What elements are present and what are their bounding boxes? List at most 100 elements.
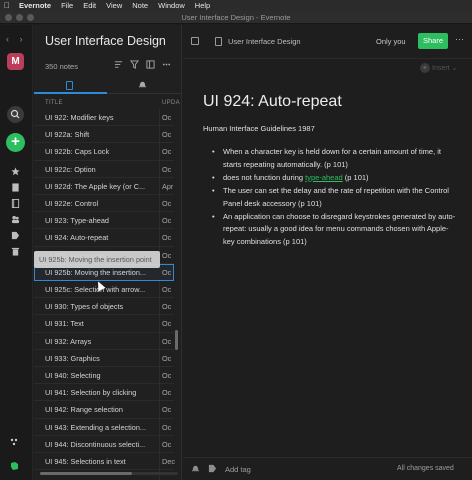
horizontal-scrollbar[interactable]	[40, 472, 178, 475]
note-row-date: Oc	[162, 302, 172, 312]
note-row-date: Oc	[162, 199, 172, 208]
vertical-scrollbar[interactable]	[175, 330, 178, 350]
note-row-title: UI 943: Extending a selection...	[45, 422, 147, 432]
note-row[interactable]: UI 922e: Control Oc	[34, 195, 174, 213]
more-actions-button[interactable]: ···	[455, 34, 464, 44]
left-rail: ‹ › M +	[0, 25, 33, 480]
note-row-date: Oc	[162, 388, 172, 398]
list-tabs	[34, 78, 181, 94]
note-row[interactable]: UI 944: Discontinuous selecti... Oc	[34, 436, 174, 453]
sharing-status[interactable]: Only you	[376, 37, 406, 46]
note-row-title: UI 945: Selections in text	[45, 457, 126, 466]
note-subtitle[interactable]: Human Interface Guidelines 1987	[203, 124, 315, 133]
tab-reminders[interactable]	[138, 80, 147, 91]
scroll-thumb[interactable]	[40, 472, 132, 475]
new-note-button[interactable]: +	[6, 133, 25, 152]
note-row-date: Dec	[162, 457, 175, 466]
search-icon[interactable]	[7, 106, 24, 123]
evernote-logo-icon[interactable]	[9, 461, 20, 473]
note-row[interactable]: UI 922a: Shift Oc	[34, 126, 174, 144]
note-row[interactable]: UI 922b: Caps Lock Oc	[34, 143, 174, 161]
note-row-title: UI 933: Graphics	[45, 353, 100, 363]
bullet-item[interactable]: When a character key is held down for a …	[203, 146, 458, 172]
chevron-down-icon: ⌄	[451, 65, 458, 72]
window-title: User Interface Design - Evernote	[181, 13, 291, 22]
menu-window[interactable]: Window	[153, 1, 190, 10]
note-row-date: Oc	[162, 130, 172, 140]
bullet-text: (p 101)	[342, 172, 369, 182]
account-avatar[interactable]: M	[7, 53, 24, 70]
notebooks-icon[interactable]	[11, 195, 20, 208]
menu-file[interactable]: File	[56, 1, 78, 10]
menu-edit[interactable]: Edit	[78, 1, 101, 10]
note-row-title: UI 922e: Control	[45, 199, 99, 208]
notes-icon[interactable]	[11, 179, 20, 192]
note-row-title: UI 922b: Caps Lock	[45, 147, 110, 157]
drag-ghost: UI 925b: Moving the insertion point	[34, 251, 160, 268]
note-row[interactable]: UI 933: Graphics Oc	[34, 350, 174, 367]
menu-evernote[interactable]: Evernote	[14, 1, 56, 10]
expand-icon[interactable]	[191, 37, 199, 45]
column-title-header[interactable]: TITLE	[45, 100, 63, 106]
note-row[interactable]: UI 922: Modifier keys Oc	[34, 109, 174, 127]
add-tag-field[interactable]: Add tag	[225, 465, 251, 474]
note-row-date: Apr	[162, 181, 174, 191]
menu-note[interactable]: Note	[127, 1, 153, 10]
note-row[interactable]: UI 945: Selections in text Dec	[34, 453, 175, 471]
note-row-date: Oc	[162, 113, 172, 122]
note-row[interactable]: UI 930: Types of objects Oc	[34, 298, 174, 316]
tag-icon[interactable]	[208, 464, 217, 475]
editor-notebook-name[interactable]: User Interface Design	[228, 37, 301, 46]
bullet-text: does not function during	[223, 172, 306, 182]
note-row-date: Oc	[162, 336, 172, 346]
view-options-icon[interactable]	[146, 60, 155, 71]
type-ahead-link[interactable]: type-ahead	[305, 173, 343, 182]
note-row[interactable]: UI 931: Text Oc	[34, 315, 174, 333]
note-row[interactable]: UI 922d: The Apple key (or C... Apr	[34, 178, 174, 195]
share-button[interactable]: Share	[418, 33, 448, 49]
note-row-title: UI 922a: Shift	[45, 130, 90, 140]
bullet-item[interactable]: The user can set the delay and the rate …	[203, 185, 458, 211]
more-options-icon[interactable]	[162, 60, 171, 71]
trash-icon[interactable]	[11, 243, 20, 256]
note-editor: User Interface Design Only you Share ···…	[183, 25, 472, 480]
note-row-date: Oc	[162, 267, 172, 277]
note-row[interactable]: UI 932: Arrays Oc	[34, 333, 174, 350]
note-row-date: Oc	[162, 233, 172, 243]
note-row[interactable]: UI 943: Extending a selection... Oc	[34, 419, 174, 436]
reminder-bell-icon[interactable]	[191, 464, 200, 475]
menu-help[interactable]: Help	[190, 1, 215, 10]
note-title[interactable]: UI 924: Auto-repeat	[203, 93, 342, 111]
note-row-title: UI 923: Type-ahead	[45, 216, 109, 226]
drag-ghost-label: UI 925b: Moving the insertion point	[39, 255, 152, 264]
notebook-title[interactable]: User Interface Design	[45, 34, 166, 48]
note-row[interactable]: UI 923: Type-ahead Oc	[34, 212, 174, 230]
back-forward-arrows[interactable]: ‹ ›	[6, 34, 27, 44]
save-status: All changes saved	[397, 465, 454, 472]
filter-icon[interactable]	[130, 60, 139, 71]
work-chat-icon[interactable]	[11, 211, 20, 224]
tab-notes[interactable]	[34, 78, 107, 94]
note-bullet-list[interactable]: When a character key is held down for a …	[203, 146, 458, 249]
shortcuts-star-icon[interactable]	[11, 163, 20, 176]
bullet-item[interactable]: An application can choose to disregard k…	[203, 211, 458, 250]
tags-icon[interactable]	[11, 227, 20, 240]
note-row[interactable]: UI 924: Auto-repeat Oc	[34, 229, 174, 247]
note-row[interactable]: UI 940: Selecting Oc	[34, 367, 174, 385]
column-updated-header[interactable]: UPDA	[162, 100, 180, 106]
editor-toolbar: User Interface Design Only you Share ···	[183, 25, 472, 59]
menu-view[interactable]: View	[101, 1, 127, 10]
menubar:  Evernote File Edit View Note Window He…	[0, 0, 472, 11]
activity-sparkle-icon[interactable]	[9, 437, 19, 449]
note-row[interactable]: UI 941: Selection by clicking Oc	[34, 384, 174, 402]
insert-label: Insert	[432, 65, 450, 72]
bullet-item[interactable]: does not function during type-ahead (p 1…	[203, 172, 458, 185]
note-row[interactable]: UI 942: Range selection Oc	[34, 401, 174, 419]
sort-icon[interactable]	[114, 60, 123, 71]
apple-icon[interactable]: 	[0, 1, 14, 10]
note-row[interactable]: UI 925c: Selection with arrow... Oc	[34, 281, 174, 299]
insert-button[interactable]: + Insert ⌄	[420, 63, 457, 73]
notebook-icon	[215, 37, 222, 46]
note-row-date: Oc	[162, 422, 172, 432]
note-row[interactable]: UI 922c: Option Oc	[34, 161, 174, 178]
